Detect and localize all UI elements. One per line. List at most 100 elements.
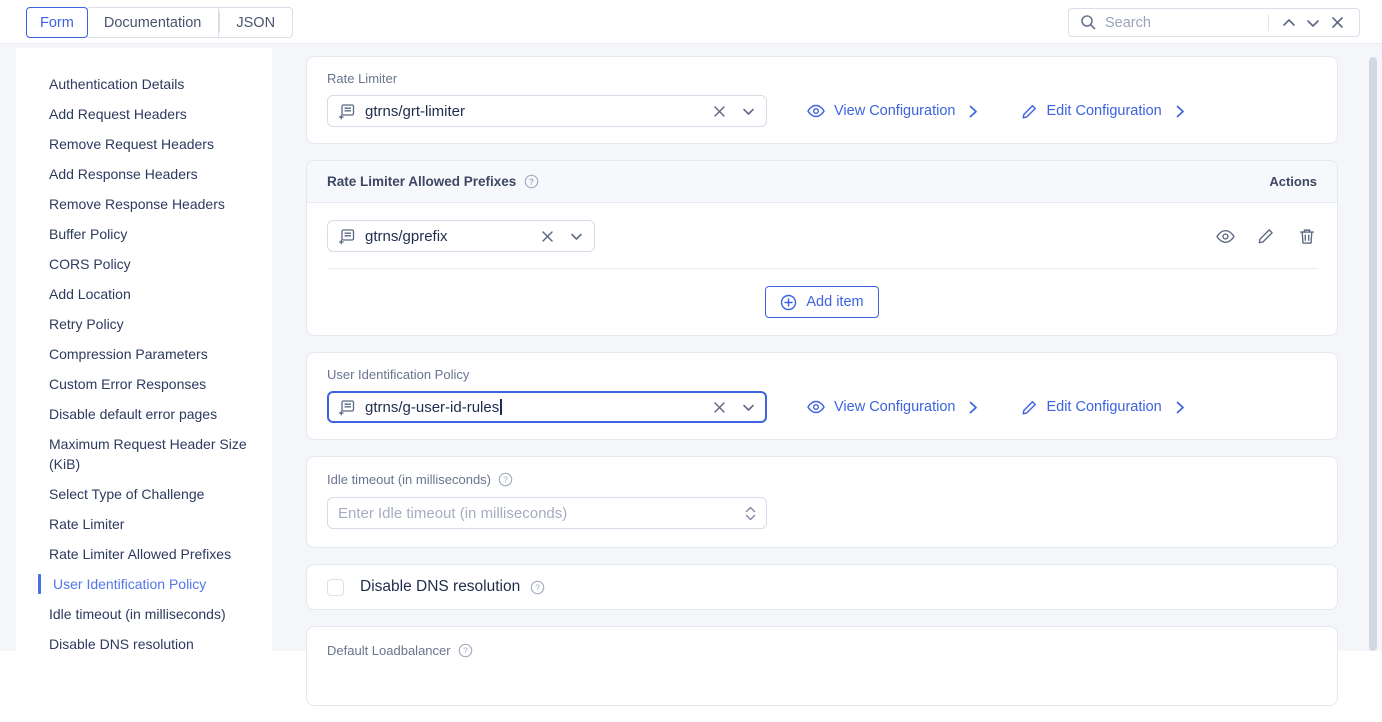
clear-icon[interactable] <box>711 103 727 119</box>
dns-card: Disable DNS resolution ? <box>306 564 1338 610</box>
svg-text:?: ? <box>529 177 534 187</box>
top-bar: Form Documentation JSON <box>0 0 1382 44</box>
help-icon[interactable]: ? <box>530 580 545 595</box>
idle-timeout-input[interactable] <box>338 505 745 522</box>
delete-row-icon[interactable] <box>1297 226 1317 246</box>
view-tab-group: Form Documentation JSON <box>26 7 293 38</box>
search-icon <box>1079 14 1097 32</box>
svg-text:?: ? <box>503 475 508 485</box>
idle-timeout-input-wrap <box>327 497 767 529</box>
sidebar-item-retry-policy[interactable]: Retry Policy <box>16 309 272 339</box>
sidebar-item-disable-default-error-pages[interactable]: Disable default error pages <box>16 399 272 429</box>
rate-limiter-select[interactable]: gtrns/grt-limiter <box>327 95 767 127</box>
plus-circle-icon <box>780 294 797 311</box>
view-configuration-label: View Configuration <box>834 399 955 415</box>
chevron-right-icon <box>969 105 978 118</box>
vertical-scrollbar[interactable] <box>1369 57 1377 651</box>
chevron-right-icon <box>969 401 978 414</box>
tab-documentation[interactable]: Documentation <box>86 7 220 38</box>
sidebar-item-user-identification-policy[interactable]: User Identification Policy <box>16 569 272 599</box>
sidebar-item-disable-dns-resolution[interactable]: Disable DNS resolution <box>16 629 272 659</box>
prefix-table-card: Rate Limiter Allowed Prefixes ? Actions <box>306 160 1338 336</box>
page-content: Authentication DetailsAdd Request Header… <box>0 44 1382 651</box>
idle-timeout-label: Idle timeout (in milliseconds) <box>327 472 491 487</box>
sidebar-item-remove-response-headers[interactable]: Remove Response Headers <box>16 189 272 219</box>
search-input[interactable] <box>1105 15 1264 31</box>
sidebar-item-rate-limiter[interactable]: Rate Limiter <box>16 509 272 539</box>
chevron-right-icon <box>1176 105 1185 118</box>
prefix-table-header: Rate Limiter Allowed Prefixes ? Actions <box>307 161 1337 203</box>
edit-configuration-label: Edit Configuration <box>1046 103 1161 119</box>
view-configuration-link[interactable]: View Configuration <box>807 103 978 119</box>
idle-timeout-label-wrap: Idle timeout (in milliseconds) ? <box>327 472 1317 487</box>
rate-limiter-value: gtrns/grt-limiter <box>365 103 465 120</box>
pencil-icon <box>1022 400 1037 415</box>
row-divider <box>327 268 1317 269</box>
sidebar-item-buffer-policy[interactable]: Buffer Policy <box>16 219 272 249</box>
eye-icon <box>807 104 825 118</box>
sidebar-item-compression-parameters[interactable]: Compression Parameters <box>16 339 272 369</box>
sidebar-item-maximum-request-header-size-kib[interactable]: Maximum Request Header Size (KiB) <box>16 429 272 479</box>
actions-column-header: Actions <box>1269 174 1317 189</box>
edit-configuration-label: Edit Configuration <box>1046 399 1161 415</box>
sidebar-item-idle-timeout-in-milliseconds[interactable]: Idle timeout (in milliseconds) <box>16 599 272 629</box>
user-id-policy-label: User Identification Policy <box>327 367 1317 382</box>
prefix-select[interactable]: gtrns/gprefix <box>327 220 595 252</box>
text-caret <box>500 399 502 415</box>
sidebar-item-rate-limiter-allowed-prefixes[interactable]: Rate Limiter Allowed Prefixes <box>16 539 272 569</box>
eye-icon <box>807 400 825 414</box>
default-loadbalancer-card: Default Loadbalancer ? <box>306 626 1338 706</box>
search-close-icon[interactable] <box>1325 11 1349 35</box>
sidebar-item-add-response-headers[interactable]: Add Response Headers <box>16 159 272 189</box>
edit-configuration-link[interactable]: Edit Configuration <box>1022 399 1184 415</box>
shared-object-icon <box>338 399 355 416</box>
sidebar-item-select-type-of-challenge[interactable]: Select Type of Challenge <box>16 479 272 509</box>
clear-icon[interactable] <box>711 399 727 415</box>
search-box <box>1068 8 1360 37</box>
tab-form[interactable]: Form <box>26 7 88 38</box>
sidebar-item-custom-error-responses[interactable]: Custom Error Responses <box>16 369 272 399</box>
sidebar-nav: Authentication DetailsAdd Request Header… <box>16 48 272 651</box>
chevron-down-icon[interactable] <box>568 228 584 244</box>
chevron-down-icon[interactable] <box>740 399 756 415</box>
help-icon[interactable]: ? <box>498 472 513 487</box>
chevron-down-icon[interactable] <box>740 103 756 119</box>
pencil-icon <box>1022 104 1037 119</box>
clear-icon[interactable] <box>539 228 555 244</box>
add-item-button[interactable]: Add item <box>765 286 878 318</box>
view-configuration-link[interactable]: View Configuration <box>807 399 978 415</box>
search-next-icon[interactable] <box>1301 11 1325 35</box>
sidebar-item-add-request-headers[interactable]: Add Request Headers <box>16 99 272 129</box>
edit-configuration-link[interactable]: Edit Configuration <box>1022 103 1184 119</box>
edit-row-icon[interactable] <box>1256 226 1276 246</box>
user-id-policy-card: User Identification Policy gtrns/g-user-… <box>306 352 1338 440</box>
rate-limiter-card: Rate Limiter gtrns/grt-limiter <box>306 56 1338 144</box>
view-configuration-label: View Configuration <box>834 103 955 119</box>
dns-label: Disable DNS resolution <box>360 578 520 596</box>
prefix-table-title: Rate Limiter Allowed Prefixes <box>327 174 516 189</box>
sidebar-item-authentication-details[interactable]: Authentication Details <box>16 69 272 99</box>
view-row-icon[interactable] <box>1215 226 1235 246</box>
search-divider <box>1268 14 1269 31</box>
prefix-value: gtrns/gprefix <box>365 228 448 245</box>
table-row: gtrns/gprefix <box>307 203 1337 252</box>
rate-limiter-label: Rate Limiter <box>327 71 1317 86</box>
search-prev-icon[interactable] <box>1277 11 1301 35</box>
dns-checkbox[interactable] <box>327 579 344 596</box>
user-id-policy-value: gtrns/g-user-id-rules <box>365 399 502 416</box>
sidebar-item-remove-request-headers[interactable]: Remove Request Headers <box>16 129 272 159</box>
chevron-right-icon <box>1176 401 1185 414</box>
prefix-table-title-wrap: Rate Limiter Allowed Prefixes ? <box>327 174 539 189</box>
number-stepper[interactable] <box>745 506 756 521</box>
sidebar-item-cors-policy[interactable]: CORS Policy <box>16 249 272 279</box>
shared-object-icon <box>338 228 355 245</box>
help-icon[interactable]: ? <box>524 174 539 189</box>
idle-timeout-card: Idle timeout (in milliseconds) ? <box>306 456 1338 548</box>
tab-json[interactable]: JSON <box>219 7 293 38</box>
shared-object-icon <box>338 103 355 120</box>
svg-text:?: ? <box>535 582 540 592</box>
sidebar-item-add-location[interactable]: Add Location <box>16 279 272 309</box>
add-item-label: Add item <box>806 294 863 310</box>
user-id-policy-select[interactable]: gtrns/g-user-id-rules <box>327 391 767 423</box>
main-form: Rate Limiter gtrns/grt-limiter <box>306 56 1338 722</box>
